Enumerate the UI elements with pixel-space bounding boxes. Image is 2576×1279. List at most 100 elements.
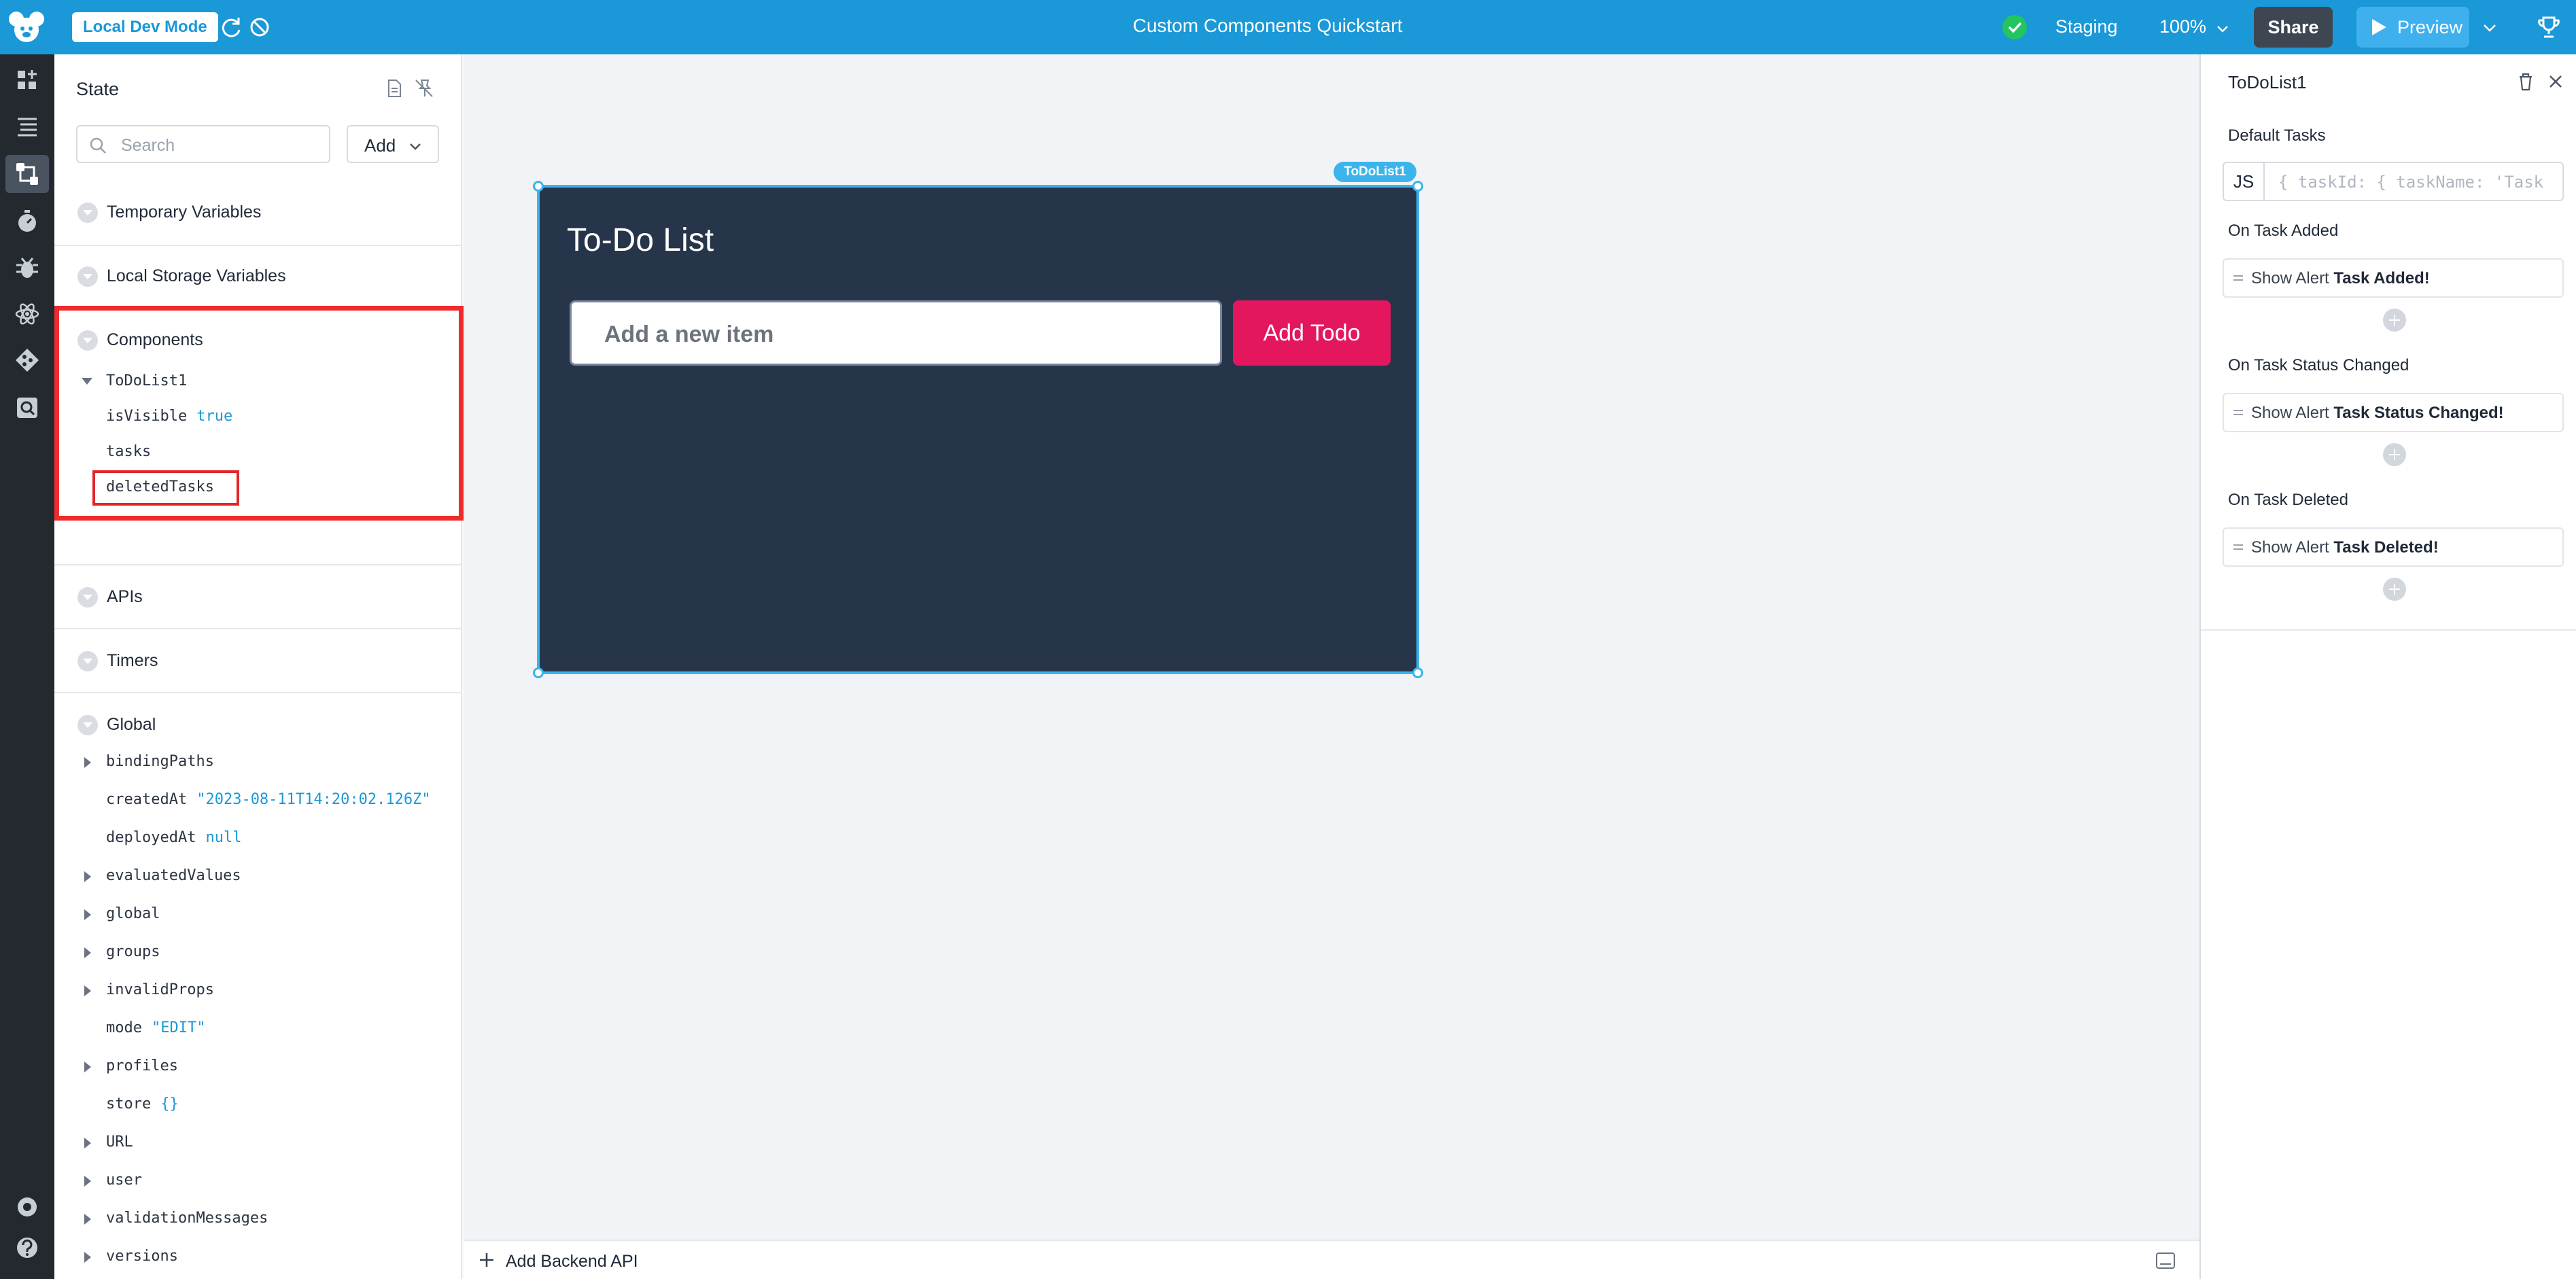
state-panel: State Search Add Temporary Variables Loc… <box>54 54 462 1279</box>
app-logo-icon[interactable] <box>7 10 46 45</box>
event-message: Task Status Changed! <box>2333 404 2504 422</box>
trophy-icon[interactable] <box>2535 14 2562 41</box>
collapse-chevron-icon[interactable] <box>77 651 98 671</box>
resize-handle[interactable] <box>533 667 544 678</box>
close-icon[interactable] <box>2545 71 2566 92</box>
tree-node-versions[interactable]: versions <box>106 1248 178 1265</box>
top-bar: Local Dev Mode Custom Components Quickst… <box>0 0 2576 54</box>
collapse-chevron-icon[interactable] <box>77 587 98 608</box>
add-widgets-icon[interactable] <box>14 67 41 94</box>
expand-caret-icon[interactable] <box>84 1252 91 1263</box>
git-icon[interactable] <box>14 347 41 374</box>
add-state-button[interactable]: Add <box>347 125 439 163</box>
resize-handle[interactable] <box>533 181 544 192</box>
zoom-level[interactable]: 100% <box>2159 16 2206 37</box>
tree-node-url[interactable]: URL <box>106 1134 133 1151</box>
environment-selector[interactable]: Staging <box>2055 16 2118 37</box>
tree-node-store[interactable]: store {} <box>106 1096 179 1112</box>
outline-icon[interactable] <box>14 113 41 140</box>
collapse-chevron-icon[interactable] <box>77 266 98 287</box>
add-label: Add <box>364 135 396 156</box>
add-handler-icon[interactable] <box>2383 578 2406 601</box>
tree-node-user[interactable]: user <box>106 1172 142 1189</box>
drag-handle-icon[interactable] <box>2232 408 2244 417</box>
prop-key: createdAt <box>106 791 188 808</box>
add-todo-button[interactable]: Add Todo <box>1233 300 1391 366</box>
left-navigation-rail <box>0 54 54 1279</box>
expand-caret-icon[interactable] <box>84 1138 91 1149</box>
prop-value: "EDIT" <box>151 1019 206 1036</box>
react-components-icon[interactable] <box>14 300 41 328</box>
drag-handle-icon[interactable] <box>2232 542 2244 552</box>
prop-key: evaluatedValues <box>106 867 241 884</box>
expand-caret-icon[interactable] <box>84 909 91 920</box>
event-action: Show Alert <box>2251 404 2329 422</box>
js-toggle-button[interactable]: JS <box>2224 163 2265 200</box>
expand-caret-icon[interactable] <box>84 871 91 882</box>
preview-button[interactable]: Preview <box>2356 7 2469 48</box>
add-handler-icon[interactable] <box>2383 443 2406 466</box>
add-handler-icon[interactable] <box>2383 309 2406 332</box>
inspector-title: ToDoList1 <box>2228 72 2307 92</box>
search-input[interactable]: Search <box>76 125 330 163</box>
collapse-chevron-icon[interactable] <box>77 203 98 223</box>
help-icon[interactable] <box>14 1234 41 1261</box>
resize-handle[interactable] <box>1412 667 1423 678</box>
expand-caret-icon[interactable] <box>84 947 91 958</box>
expand-caret-icon[interactable] <box>84 1214 91 1225</box>
panel-title: State <box>76 79 120 99</box>
preview-options-chevron-icon[interactable] <box>2481 19 2499 37</box>
timer-icon[interactable] <box>14 208 41 235</box>
event-label-task-status-changed: On Task Status Changed <box>2228 356 2409 374</box>
expand-caret-icon[interactable] <box>84 985 91 996</box>
default-tasks-code-input[interactable]: JS { taskId: { taskName: 'Task <box>2223 162 2564 201</box>
drag-handle-icon[interactable] <box>2232 273 2244 283</box>
add-backend-api-button[interactable]: Add Backend API <box>506 1252 638 1272</box>
event-handler-task-deleted[interactable]: Show Alert Task Deleted! <box>2223 527 2564 567</box>
event-handler-task-added[interactable]: Show Alert Task Added! <box>2223 258 2564 298</box>
collapse-chevron-icon[interactable] <box>77 715 98 735</box>
expand-caret-icon[interactable] <box>84 757 91 768</box>
prop-key: global <box>106 905 160 922</box>
resize-handle[interactable] <box>1412 181 1423 192</box>
section-timers[interactable]: Timers <box>54 629 461 693</box>
tree-node-groups[interactable]: groups <box>106 943 160 960</box>
tree-node-bindingpaths[interactable]: bindingPaths <box>106 753 214 770</box>
tree-node-global[interactable]: global <box>106 905 160 922</box>
tree-node-invalidprops[interactable]: invalidProps <box>106 981 214 998</box>
unpin-icon[interactable] <box>413 77 435 99</box>
refresh-icon[interactable] <box>217 14 245 41</box>
chevron-down-icon[interactable] <box>2214 20 2231 37</box>
section-title: Local Storage Variables <box>107 266 286 285</box>
highlight-box-deletedtasks <box>92 470 239 506</box>
section-title: APIs <box>107 587 143 606</box>
tree-node-mode[interactable]: mode "EDIT" <box>106 1019 205 1036</box>
search-inspect-icon[interactable] <box>14 394 41 421</box>
console-icon[interactable] <box>2155 1250 2176 1271</box>
todolist-component[interactable]: To-Do List Add a new item Add Todo <box>533 181 1423 678</box>
expand-caret-icon[interactable] <box>84 1062 91 1072</box>
tree-node-createdat[interactable]: createdAt "2023-08-11T14:20:02.126Z" <box>106 791 431 808</box>
trash-icon[interactable] <box>2515 71 2537 92</box>
section-apis[interactable]: APIs <box>54 565 461 629</box>
local-dev-mode-button[interactable]: Local Dev Mode <box>72 12 218 42</box>
tree-node-evaluatedvalues[interactable]: evaluatedValues <box>106 867 241 884</box>
settings-gear-icon[interactable] <box>14 1193 41 1221</box>
state-icon[interactable] <box>5 155 49 193</box>
event-handler-task-status-changed[interactable]: Show Alert Task Status Changed! <box>2223 393 2564 432</box>
prop-key: versions <box>106 1248 178 1265</box>
plus-icon[interactable] <box>477 1250 496 1269</box>
tree-node-deployedat[interactable]: deployedAt null <box>106 829 241 846</box>
new-item-input[interactable]: Add a new item <box>570 300 1222 366</box>
tree-node-profiles[interactable]: profiles <box>106 1057 178 1074</box>
section-local-storage-variables[interactable]: Local Storage Variables <box>54 246 461 310</box>
disable-icon[interactable] <box>246 14 273 41</box>
expand-caret-icon[interactable] <box>84 1176 91 1187</box>
tree-node-validationmessages[interactable]: validationMessages <box>106 1210 268 1227</box>
document-icon[interactable] <box>383 77 405 99</box>
section-temporary-variables[interactable]: Temporary Variables <box>54 182 461 246</box>
debugger-icon[interactable] <box>14 254 41 281</box>
widget-name-tag[interactable]: ToDoList1 <box>1334 162 1416 182</box>
prop-key: store <box>106 1096 152 1112</box>
share-button[interactable]: Share <box>2254 7 2333 48</box>
